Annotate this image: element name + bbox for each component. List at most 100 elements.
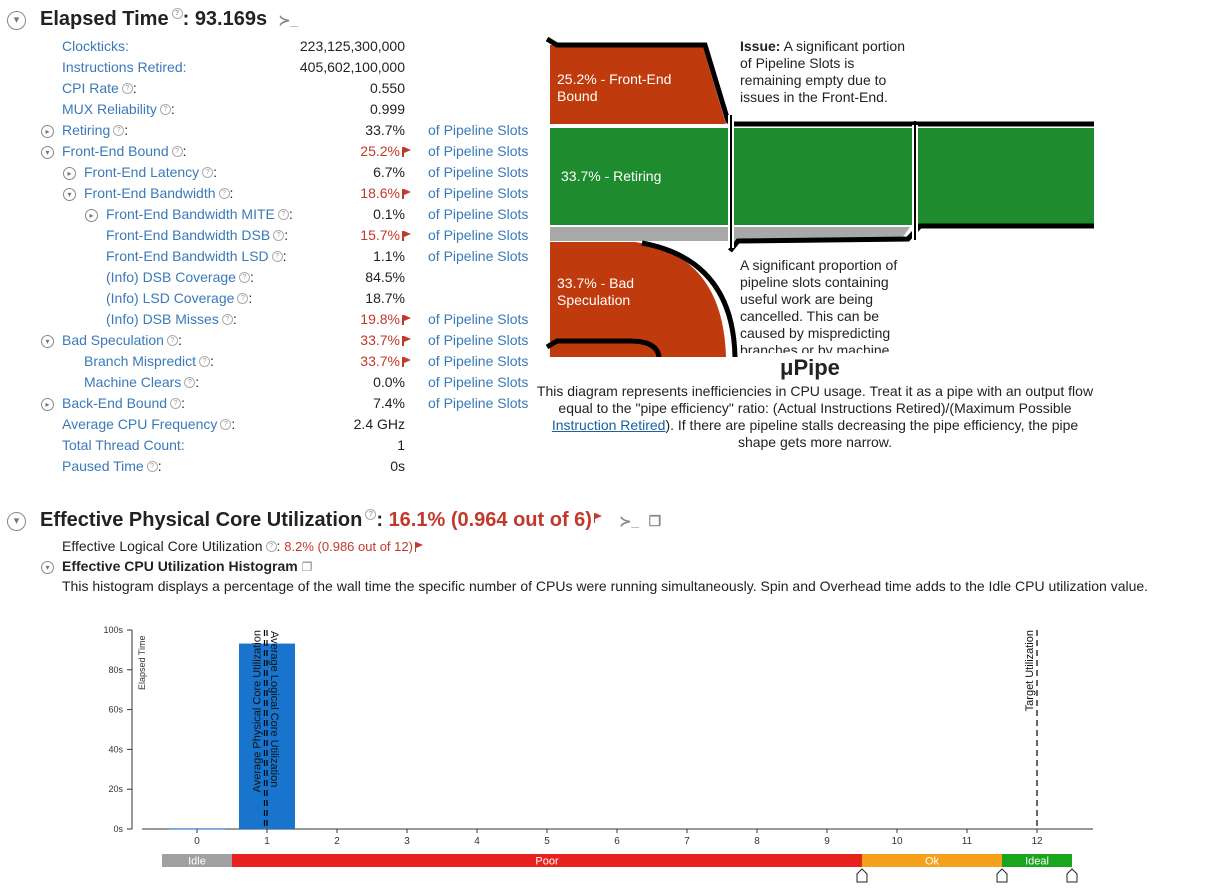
metric-label-text: Front-End Bandwidth DSB: [106, 227, 271, 243]
metric-toggle[interactable]: ▸: [85, 209, 98, 222]
label-colon: :: [249, 269, 254, 285]
metric-label[interactable]: Front-End Bound?:: [62, 143, 187, 159]
metric-unit-link[interactable]: of Pipeline Slots: [428, 185, 528, 201]
metric-label[interactable]: Paused Time?:: [62, 458, 162, 474]
help-icon[interactable]: ?: [184, 377, 196, 388]
metric-label[interactable]: (Info) DSB Misses?:: [106, 311, 237, 327]
help-icon[interactable]: ?: [237, 293, 249, 304]
metric-unit-link[interactable]: of Pipeline Slots: [428, 248, 528, 264]
help-icon[interactable]: ?: [121, 83, 133, 94]
metric-label[interactable]: MUX Reliability?:: [62, 101, 175, 117]
help-icon[interactable]: ?: [365, 509, 377, 520]
help-icon[interactable]: ?: [159, 104, 171, 115]
metric-label[interactable]: (Info) LSD Coverage?:: [106, 290, 252, 306]
metric-value-text: 0.999: [369, 101, 405, 117]
metric-unit-link[interactable]: of Pipeline Slots: [428, 353, 528, 369]
metric-value: 1.1%: [285, 248, 405, 264]
x-tick-label: 2: [334, 836, 340, 847]
epcu-section-toggle[interactable]: ▾: [7, 512, 26, 531]
metric-unit-link[interactable]: of Pipeline Slots: [428, 227, 528, 243]
metric-value: 0.0%: [285, 374, 405, 390]
metric-toggle[interactable]: ▸: [63, 167, 76, 180]
help-icon[interactable]: ?: [170, 398, 182, 409]
metric-value-text: 0.550: [369, 80, 405, 96]
label-colon: :: [284, 227, 289, 243]
metric-unit-link[interactable]: of Pipeline Slots: [428, 311, 528, 327]
metric-label[interactable]: Average CPU Frequency?:: [62, 416, 235, 432]
help-icon[interactable]: ?: [171, 146, 183, 157]
metric-label[interactable]: Total Thread Count:: [62, 437, 185, 453]
command-line-icon[interactable]: ≻_: [279, 12, 299, 28]
metric-label[interactable]: Back-End Bound?:: [62, 395, 185, 411]
label-colon: :: [177, 332, 182, 348]
metric-toggle[interactable]: ▾: [41, 335, 54, 348]
metric-value: 6.7%: [285, 164, 405, 180]
y-tick-label: 20s: [108, 784, 123, 794]
command-line-icon[interactable]: ≻_: [620, 513, 640, 529]
metric-label[interactable]: Clockticks:: [62, 38, 129, 54]
metric-label[interactable]: Front-End Bandwidth?:: [84, 185, 233, 201]
help-icon[interactable]: ?: [113, 125, 125, 136]
metric-label[interactable]: CPI Rate?:: [62, 80, 137, 96]
metric-value: 1: [285, 437, 405, 453]
help-icon[interactable]: ?: [146, 461, 158, 472]
metric-value: 405,602,100,000: [285, 59, 405, 75]
help-icon[interactable]: ?: [238, 272, 250, 283]
copy-icon[interactable]: ❐: [302, 560, 313, 574]
warning-flag-icon: [593, 513, 606, 527]
instruction-retired-link[interactable]: Instruction Retired: [552, 417, 666, 433]
metric-unit-link[interactable]: of Pipeline Slots: [428, 206, 528, 222]
metric-toggle[interactable]: ▸: [41, 398, 54, 411]
zone-threshold-handle[interactable]: [1066, 868, 1078, 883]
metric-unit-link[interactable]: of Pipeline Slots: [428, 122, 528, 138]
zone-label: Poor: [535, 856, 559, 868]
metric-label[interactable]: Front-End Bandwidth MITE?:: [106, 206, 293, 222]
metric-unit-link[interactable]: of Pipeline Slots: [428, 332, 528, 348]
metric-unit-link[interactable]: of Pipeline Slots: [428, 395, 528, 411]
metric-toggle[interactable]: ▾: [63, 188, 76, 201]
zone-threshold-handle[interactable]: [856, 868, 868, 883]
metric-label[interactable]: Front-End Bandwidth DSB?:: [106, 227, 288, 243]
metric-label[interactable]: Machine Clears?:: [84, 374, 199, 390]
help-icon[interactable]: ?: [199, 356, 211, 367]
upipe-description: This diagram represents inefficiencies i…: [535, 383, 1095, 451]
metric-label[interactable]: Front-End Bandwidth LSD?:: [106, 248, 287, 264]
x-tick-label: 7: [684, 836, 690, 847]
help-icon[interactable]: ?: [202, 167, 214, 178]
label-colon: :: [181, 395, 185, 411]
histogram-title-row: Effective CPU Utilization Histogram ❐: [62, 558, 312, 574]
metric-label[interactable]: Bad Speculation?:: [62, 332, 182, 348]
metric-label[interactable]: (Info) DSB Coverage?:: [106, 269, 254, 285]
metric-value-text: 6.7%: [373, 164, 405, 180]
help-icon[interactable]: ?: [271, 251, 283, 262]
x-tick-label: 8: [754, 836, 760, 847]
help-icon[interactable]: ?: [273, 230, 285, 241]
metric-value: 33.7%: [290, 353, 411, 369]
marker-label: Target Utilization: [1024, 630, 1036, 711]
metric-label[interactable]: Branch Mispredict?:: [84, 353, 214, 369]
help-icon[interactable]: ?: [265, 541, 277, 552]
help-icon[interactable]: ?: [171, 8, 183, 19]
metric-toggle[interactable]: ▾: [41, 146, 54, 159]
metric-toggle[interactable]: ▸: [41, 125, 54, 138]
x-tick-label: 12: [1031, 836, 1043, 847]
help-icon[interactable]: ?: [220, 419, 232, 430]
histogram-toggle[interactable]: ▾: [41, 561, 54, 574]
logical-core-label: Effective Logical Core Utilization: [62, 538, 263, 554]
help-icon[interactable]: ?: [221, 314, 233, 325]
help-icon[interactable]: ?: [166, 335, 178, 346]
zone-threshold-handle[interactable]: [996, 868, 1008, 883]
metric-label[interactable]: Instructions Retired:: [62, 59, 187, 75]
metric-unit-link[interactable]: of Pipeline Slots: [428, 143, 528, 159]
metric-value-text: 405,602,100,000: [299, 59, 405, 75]
x-tick-label: 4: [474, 836, 480, 847]
copy-icon[interactable]: ❐: [649, 513, 662, 529]
help-icon[interactable]: ?: [218, 188, 230, 199]
metric-label[interactable]: Retiring?:: [62, 122, 128, 138]
metric-label-text: CPI Rate: [62, 80, 119, 96]
metric-unit-link[interactable]: of Pipeline Slots: [428, 164, 528, 180]
elapsed-section-toggle[interactable]: ▾: [7, 11, 26, 30]
metric-label[interactable]: Front-End Latency?:: [84, 164, 217, 180]
metric-unit-link[interactable]: of Pipeline Slots: [428, 374, 528, 390]
metric-label-text: Machine Clears: [84, 374, 182, 390]
